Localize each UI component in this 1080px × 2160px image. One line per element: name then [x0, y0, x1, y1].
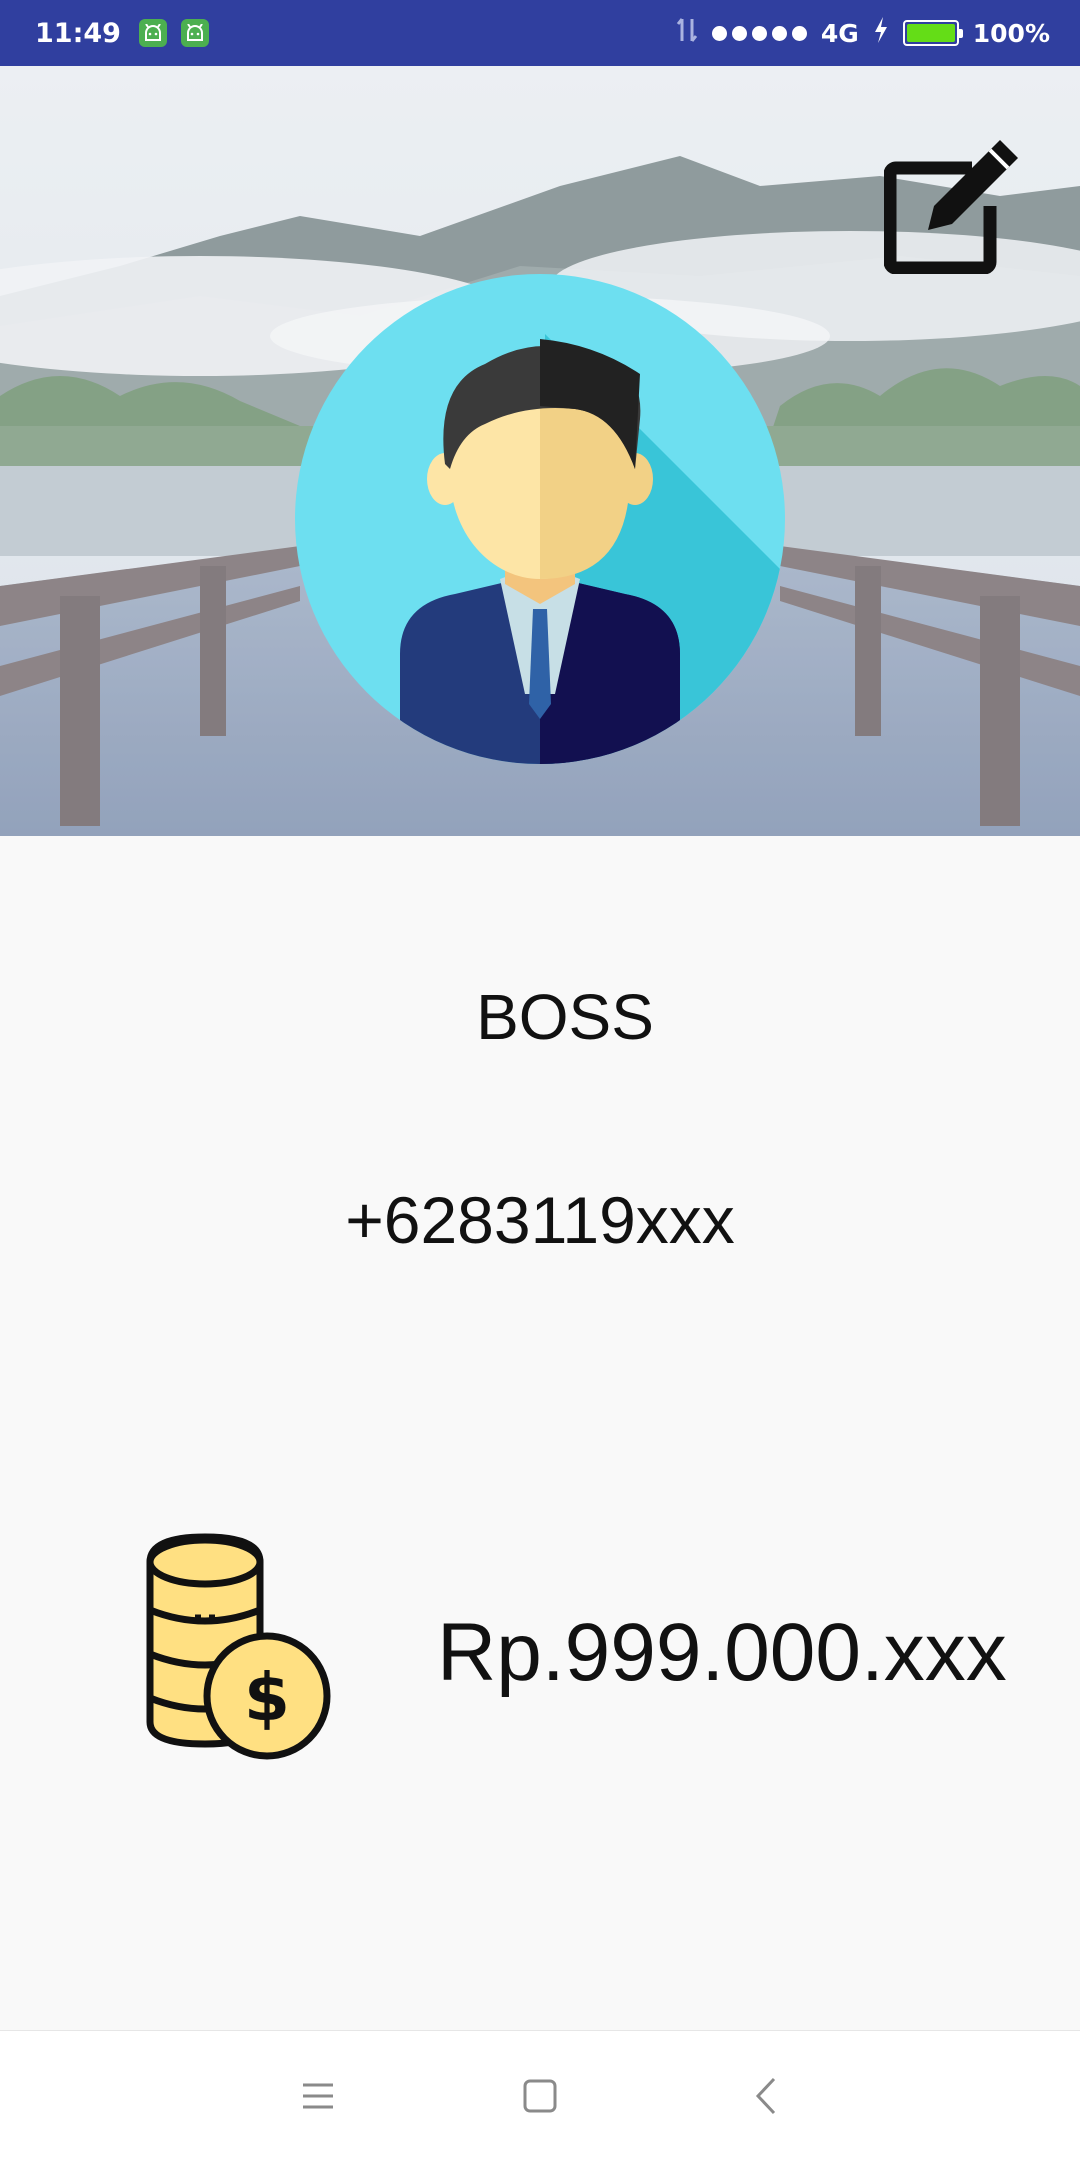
status-time: 11:49 — [35, 17, 121, 49]
status-bar: 11:49 4G 100% — [0, 0, 1080, 66]
home-icon — [523, 2079, 557, 2113]
edit-profile-button[interactable] — [883, 134, 1024, 275]
menu-icon — [303, 2083, 333, 2109]
profile-header — [0, 66, 1080, 836]
back-icon — [755, 2077, 776, 2115]
status-indicators: 4G 100% — [676, 17, 1050, 49]
profile-screen: 11:49 4G 100% BOSS +6283119xxx $ Rp.999.… — [0, 0, 1080, 2160]
businessman-avatar-icon — [295, 274, 785, 764]
menu-button[interactable] — [293, 2071, 343, 2121]
system-nav-bar — [0, 2030, 1080, 2160]
battery-icon — [902, 20, 963, 46]
data-transfer-icon — [676, 17, 698, 49]
home-button[interactable] — [515, 2071, 565, 2121]
coins-dollar-icon: $ — [145, 1532, 335, 1762]
battery-percent: 100% — [972, 18, 1050, 48]
profile-details: BOSS +6283119xxx $ Rp.999.000.xxx — [0, 836, 1080, 2030]
edit-icon — [883, 140, 1018, 275]
svg-text:$: $ — [244, 1659, 290, 1736]
charging-icon — [873, 17, 889, 49]
balance-amount: Rp.999.000.xxx — [437, 1607, 1007, 1698]
android-notification-icon — [138, 19, 167, 47]
android-notification-icon — [180, 19, 209, 47]
profile-name: BOSS — [476, 981, 654, 1053]
signal-strength-icon — [711, 25, 807, 41]
network-type: 4G — [820, 18, 859, 48]
profile-phone: +6283119xxx — [345, 1183, 735, 1257]
profile-avatar[interactable] — [295, 274, 785, 764]
back-button[interactable] — [742, 2071, 792, 2121]
